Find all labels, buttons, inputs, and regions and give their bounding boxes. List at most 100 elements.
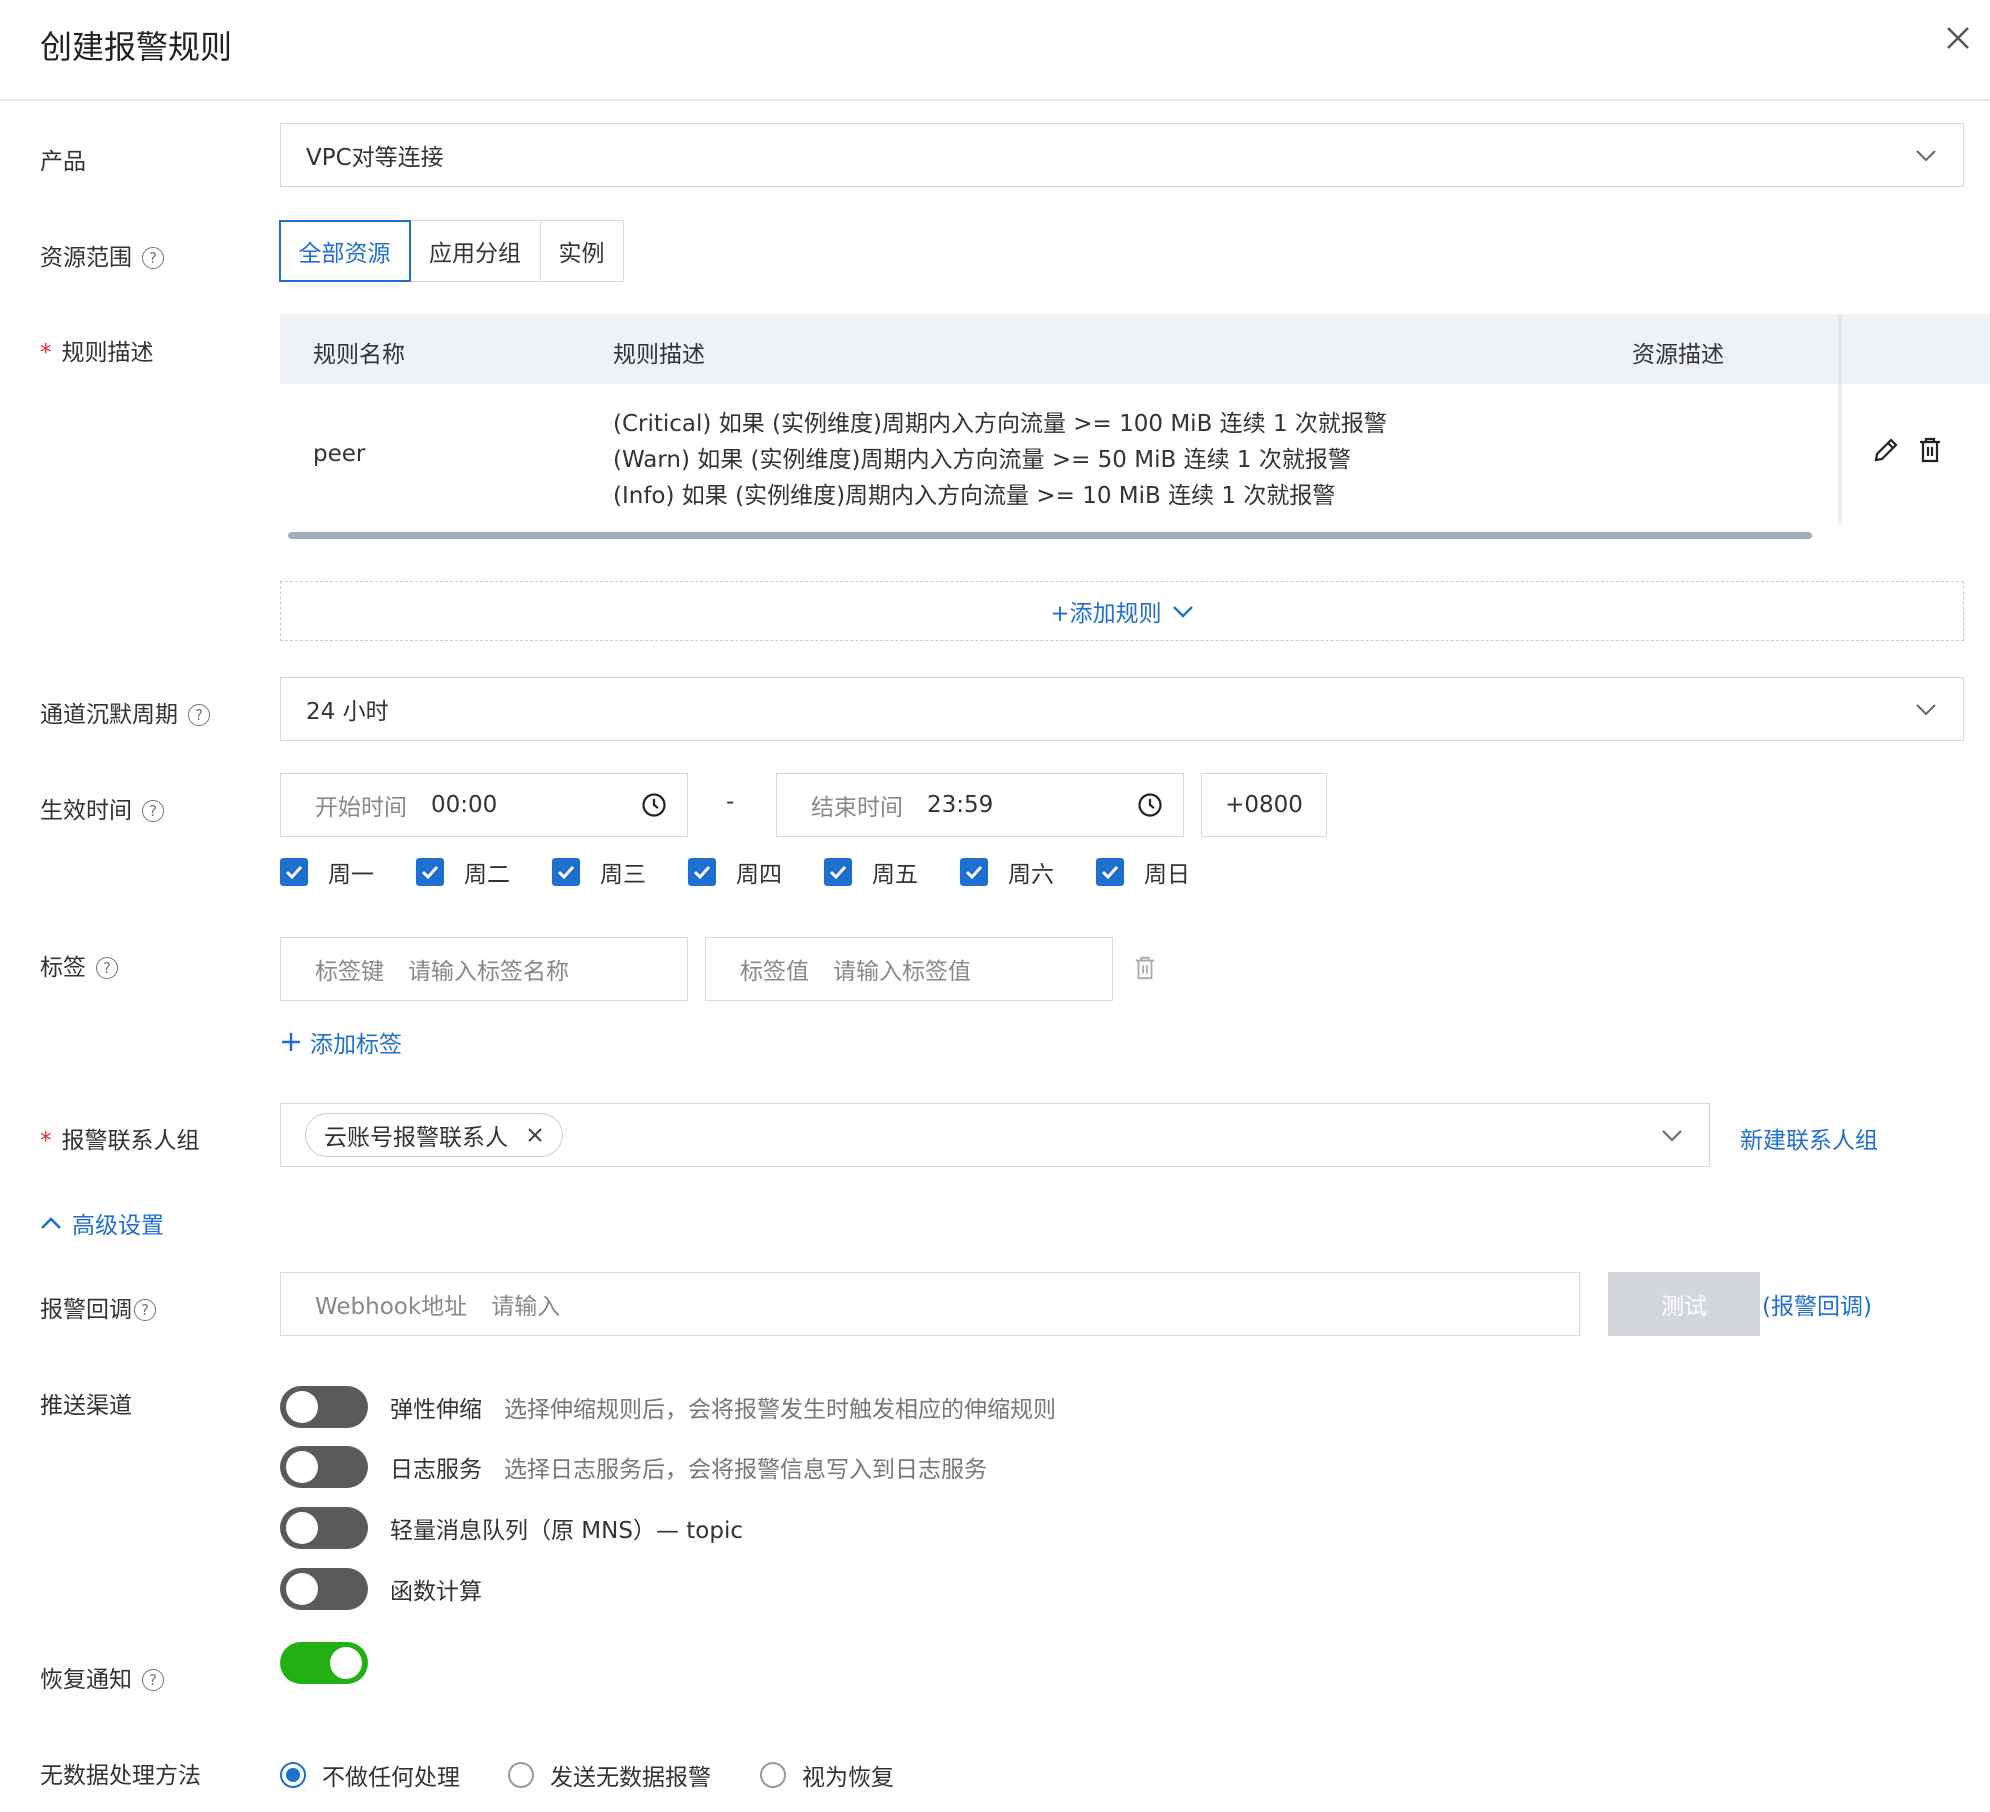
nodata-option-recover[interactable]: 视为恢复	[760, 1758, 894, 1792]
day-checkbox-mon[interactable]: 周一	[280, 855, 374, 889]
col-resource-desc: 资源描述	[1632, 342, 1724, 368]
radio-label: 视为恢复	[802, 1765, 894, 1791]
sticky-column-shadow	[1838, 314, 1842, 384]
scope-group-button[interactable]: 应用分组	[409, 220, 541, 282]
table-row: peer (Critical) 如果 (实例维度)周期内入方向流量 >= 100…	[280, 384, 1840, 524]
close-icon[interactable]	[526, 1126, 544, 1144]
recovery-label: 恢复通知?	[40, 1660, 164, 1694]
add-tag-button[interactable]: 添加标签	[280, 1025, 402, 1059]
scope-all-button[interactable]: 全部资源	[278, 220, 411, 282]
day-checkbox-wed[interactable]: 周三	[552, 855, 646, 889]
trash-icon[interactable]	[1132, 955, 1158, 981]
help-icon[interactable]: ?	[134, 1299, 156, 1321]
help-icon[interactable]: ?	[142, 247, 164, 269]
end-time-picker[interactable]: 结束时间 23:59	[776, 773, 1184, 837]
nodata-option-alert[interactable]: 发送无数据报警	[508, 1758, 711, 1792]
radio-icon	[508, 1762, 534, 1788]
checkbox-check-icon	[1096, 858, 1124, 886]
chevron-down-icon	[1916, 150, 1936, 162]
toggle-knob	[286, 1391, 318, 1423]
webhook-label: Webhook地址	[315, 1294, 468, 1320]
scope-instance-button[interactable]: 实例	[539, 220, 624, 282]
push-channel-row: 函数计算	[280, 1568, 482, 1610]
radio-icon	[760, 1762, 786, 1788]
day-checkbox-fri[interactable]: 周五	[824, 855, 918, 889]
effective-label: 生效时间?	[40, 791, 164, 825]
day-checkbox-thu[interactable]: 周四	[688, 855, 782, 889]
checkbox-check-icon	[280, 858, 308, 886]
close-icon[interactable]	[1940, 20, 1976, 56]
add-tag-label: 添加标签	[310, 1032, 402, 1058]
contacts-select[interactable]: 云账号报警联系人	[280, 1103, 1710, 1167]
col-rule-desc: 规则描述	[613, 342, 705, 368]
help-icon[interactable]: ?	[142, 800, 164, 822]
timezone-select[interactable]: +0800	[1201, 773, 1327, 837]
tag-value-input[interactable]: 标签值 请输入标签值	[705, 937, 1113, 1001]
nodata-option-none[interactable]: 不做任何处理	[280, 1758, 460, 1792]
toggle-knob	[286, 1573, 318, 1605]
clock-icon	[642, 793, 666, 817]
channel-name: 函数计算	[390, 1579, 482, 1605]
start-time-label: 开始时间	[315, 795, 407, 821]
radio-label: 发送无数据报警	[550, 1765, 711, 1791]
rules-label-text: 规则描述	[61, 340, 154, 366]
tags-label-text: 标签	[40, 955, 86, 981]
tags-label: 标签?	[40, 948, 118, 982]
add-rule-button[interactable]: +添加规则	[280, 581, 1964, 641]
toggle-knob	[286, 1451, 318, 1483]
sticky-column-shadow	[1838, 384, 1842, 524]
horizontal-scrollbar[interactable]	[288, 532, 1812, 539]
chevron-up-icon	[41, 1217, 61, 1229]
help-icon[interactable]: ?	[96, 957, 118, 979]
webhook-input[interactable]: Webhook地址 请输入	[280, 1272, 1580, 1336]
rule-desc-line: (Info) 如果 (实例维度)周期内入方向流量 >= 10 MiB 连续 1 …	[613, 483, 1336, 509]
start-time-value: 00:00	[431, 792, 498, 818]
checkbox-check-icon	[416, 858, 444, 886]
push-channel-row: 日志服务 选择日志服务后，会将报警信息写入到日志服务	[280, 1446, 987, 1488]
test-button[interactable]: 测试	[1608, 1272, 1760, 1336]
header-divider	[0, 99, 1990, 101]
day-label: 周三	[600, 862, 646, 888]
rules-table-header: 规则名称 规则描述 资源描述	[280, 314, 1990, 384]
checkbox-check-icon	[824, 858, 852, 886]
scope-label-text: 资源范围	[40, 245, 132, 271]
tag-key-placeholder: 请输入标签名称	[408, 959, 569, 985]
callback-label-text: 报警回调	[40, 1297, 132, 1323]
help-icon[interactable]: ?	[188, 704, 210, 726]
tag-value-label: 标签值	[740, 959, 809, 985]
product-select[interactable]: VPC对等连接	[280, 123, 1964, 187]
day-label: 周二	[464, 862, 510, 888]
mns-topic-toggle[interactable]	[280, 1507, 368, 1549]
day-label: 周日	[1144, 862, 1190, 888]
end-time-label: 结束时间	[811, 795, 903, 821]
rule-desc-line: (Warn) 如果 (实例维度)周期内入方向流量 >= 50 MiB 连续 1 …	[613, 447, 1351, 473]
recovery-toggle[interactable]	[280, 1642, 368, 1684]
function-compute-toggle[interactable]	[280, 1568, 368, 1610]
day-checkbox-sun[interactable]: 周日	[1096, 855, 1190, 889]
checkbox-check-icon	[688, 858, 716, 886]
channel-name: 轻量消息队列（原 MNS）— topic	[390, 1518, 743, 1544]
advanced-settings-label: 高级设置	[72, 1213, 164, 1239]
silence-value: 24 小时	[306, 699, 389, 725]
help-icon[interactable]: ?	[142, 1669, 164, 1691]
dialog-title: 创建报警规则	[40, 28, 233, 66]
radio-label: 不做任何处理	[322, 1765, 460, 1791]
time-range-separator: -	[726, 789, 735, 815]
webhook-placeholder: 请输入	[491, 1294, 561, 1320]
new-contact-group-link[interactable]: 新建联系人组	[1740, 1121, 1878, 1155]
edit-icon[interactable]	[1872, 436, 1900, 464]
tag-key-input[interactable]: 标签键 请输入标签名称	[280, 937, 688, 1001]
channel-desc: 选择伸缩规则后，会将报警发生时触发相应的伸缩规则	[504, 1397, 1056, 1423]
day-checkbox-tue[interactable]: 周二	[416, 855, 510, 889]
checkbox-check-icon	[960, 858, 988, 886]
trash-icon[interactable]	[1916, 436, 1944, 464]
log-service-toggle[interactable]	[280, 1446, 368, 1488]
start-time-picker[interactable]: 开始时间 00:00	[280, 773, 688, 837]
silence-select[interactable]: 24 小时	[280, 677, 1964, 741]
callback-help-link[interactable]: (报警回调)	[1762, 1287, 1872, 1321]
autoscaling-toggle[interactable]	[280, 1386, 368, 1428]
advanced-settings-toggle[interactable]: 高级设置	[40, 1206, 164, 1240]
rules-label: * 规则描述	[40, 340, 154, 366]
day-checkbox-sat[interactable]: 周六	[960, 855, 1054, 889]
product-value: VPC对等连接	[306, 145, 444, 171]
